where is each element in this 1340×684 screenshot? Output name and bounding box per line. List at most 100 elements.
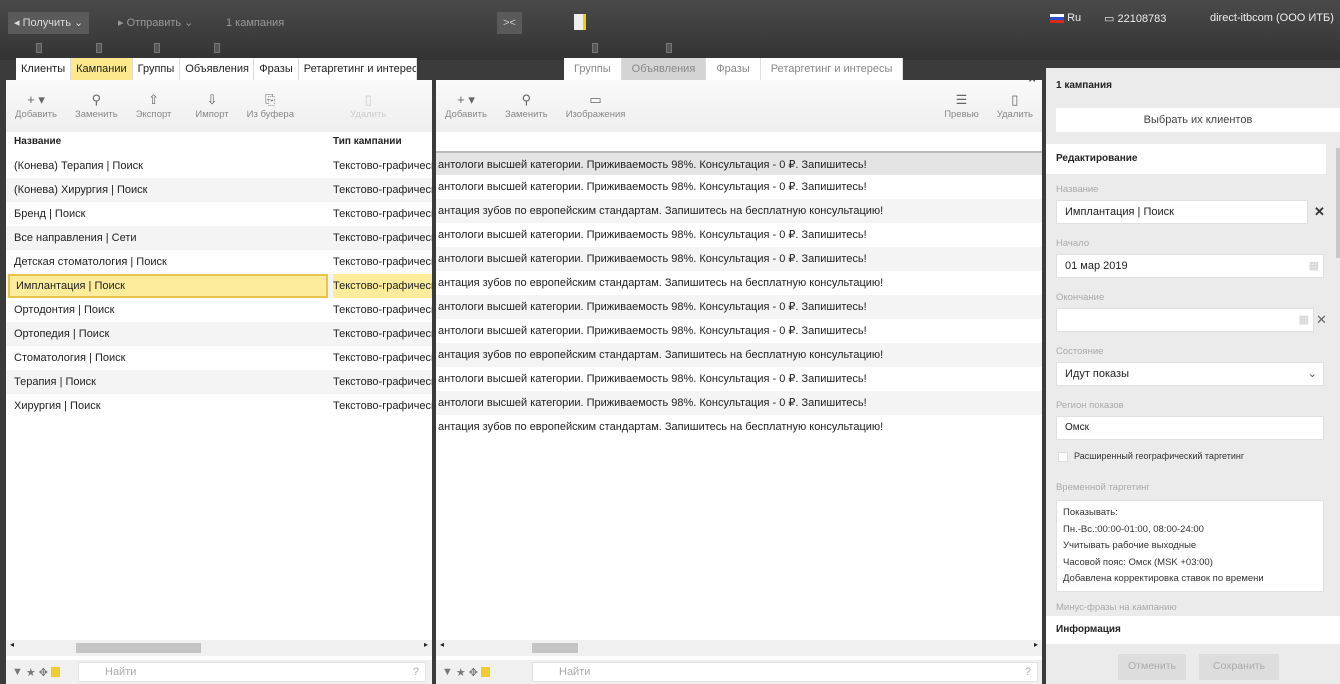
search-input[interactable]: Найти?	[78, 662, 426, 682]
campaign-name: (Конева) Хирургия | Поиск	[14, 184, 148, 196]
tab-1[interactable]: Кампании	[71, 58, 133, 80]
get-button[interactable]: ◂ Получить ⌄	[8, 12, 90, 34]
pin-icon[interactable]: ✥	[39, 666, 48, 679]
region-field[interactable]: Омск	[1056, 416, 1324, 440]
ad-row[interactable]: антологи высшей категории. Приживаемость…	[436, 319, 1042, 343]
notes-icon[interactable]	[574, 14, 586, 30]
cancel-button[interactable]: Отменить	[1118, 654, 1186, 680]
replace-button[interactable]: ⚲ Заменить	[66, 80, 127, 132]
star-icon[interactable]: ★	[26, 666, 36, 679]
table-row[interactable]: (Конева) Терапия | Поиск Текстово-графиче…	[6, 154, 432, 178]
tab-2[interactable]: Группы	[133, 58, 181, 80]
editing-section-header: Редактирование	[1046, 144, 1326, 174]
table-row[interactable]: Терапия | Поиск Текстово-графические	[6, 370, 432, 394]
help-icon[interactable]: ?	[413, 663, 419, 681]
tab-5[interactable]: Ретаргетинг и интересы	[299, 58, 417, 80]
add-button[interactable]: + ▾ Добавить	[6, 80, 66, 132]
tab-3[interactable]: Ретаргетинг и интересы	[761, 58, 904, 80]
scrollbar-thumb[interactable]	[532, 643, 578, 653]
preview-button[interactable]: ☰ Превью	[935, 80, 988, 132]
table-row[interactable]: Детская стоматология | Поиск Текстово-гра…	[6, 250, 432, 274]
scroll-left-icon[interactable]: ◂	[440, 640, 444, 649]
account-id[interactable]: ▭ 22108783	[1104, 12, 1166, 25]
ad-row[interactable]: антологи высшей категории. Приживаемость…	[436, 223, 1042, 247]
replace-ad-button[interactable]: ⚲ Заменить	[496, 80, 557, 132]
end-date-field[interactable]: ▦	[1056, 308, 1314, 332]
images-label: Изображения	[565, 108, 626, 120]
table-row[interactable]: (Конева) Хирургия | Поиск Текстово-графич…	[6, 178, 432, 202]
calendar-icon[interactable]: ▦	[1309, 255, 1319, 277]
column-name[interactable]: Название	[14, 130, 61, 154]
save-button[interactable]: Сохранить	[1199, 654, 1279, 680]
ad-row[interactable]: антологи высшей категории. Приживаемость…	[436, 367, 1042, 391]
clear-end-icon[interactable]: ✕	[1316, 312, 1327, 328]
select-clients-button[interactable]: Выбрать их клиентов	[1056, 108, 1340, 132]
ad-row[interactable]: антологи высшей категории. Приживаемость…	[436, 175, 1042, 199]
ad-row[interactable]: антологи высшей категории. Приживаемость…	[436, 295, 1042, 319]
calendar-icon[interactable]: ▦	[1299, 309, 1309, 331]
delete-button[interactable]: ▯ Удалить	[341, 80, 395, 132]
search-placeholder: Найти	[105, 666, 137, 678]
send-button[interactable]: ▸ Отправить ⌄	[112, 12, 199, 34]
table-row[interactable]: Ортопедия | Поиск Текстово-графические	[6, 322, 432, 346]
ad-row[interactable]: антация зубов по европейским стандартам.…	[436, 199, 1042, 223]
start-date-field[interactable]: 01 мар 2019 ▦	[1056, 254, 1324, 278]
campaign-type: Текстово-графические	[333, 304, 432, 316]
help-icon[interactable]: ?	[1025, 663, 1031, 681]
add-ad-button[interactable]: + ▾ Добавить	[436, 80, 496, 132]
language-selector[interactable]: Ru	[1050, 12, 1081, 24]
ad-row[interactable]: антологи высшей категории. Приживаемость…	[436, 247, 1042, 271]
tab-4[interactable]: Фразы	[254, 58, 299, 80]
scroll-left-icon[interactable]: ◂	[10, 640, 14, 649]
clear-name-icon[interactable]: ✕	[1314, 204, 1325, 220]
filter-icon[interactable]: ▼	[12, 666, 23, 678]
delete-ad-button[interactable]: ▯ Удалить	[988, 80, 1042, 132]
filter-icon[interactable]: ▼	[442, 666, 453, 678]
time-targeting-line: Учитывать рабочие выходные	[1063, 540, 1197, 551]
tab-2[interactable]: Фразы	[706, 58, 761, 80]
star-icon[interactable]: ★	[456, 666, 466, 679]
pin-icon[interactable]: ✥	[469, 666, 478, 679]
tab-0[interactable]: Клиенты	[16, 58, 72, 80]
table-row[interactable]: Ортодонтия | Поиск Текстово-графические	[6, 298, 432, 322]
tag-icon[interactable]	[480, 667, 490, 677]
scroll-right-icon[interactable]: ▸	[424, 640, 428, 649]
middle-tabs: Группы Объявления Фразы Ретаргетинг и интер…	[564, 58, 904, 80]
collapse-icon[interactable]: ><	[497, 12, 522, 34]
scrollbar-thumb[interactable]	[76, 643, 201, 653]
name-field[interactable]: Имплантация | Поиск	[1056, 200, 1308, 224]
horizontal-scrollbar[interactable]: ◂ ▸	[436, 640, 1042, 656]
ad-row[interactable]: антация зубов по европейским стандартам.…	[436, 271, 1042, 295]
time-targeting-line: Добавлена корректировка ставок по времен…	[1063, 573, 1264, 584]
tab-0[interactable]: Группы	[564, 58, 622, 80]
plus-icon: + ▾	[457, 91, 475, 107]
tag-icon[interactable]	[50, 667, 60, 677]
selection-title: 1 кампания	[1056, 80, 1112, 91]
horizontal-scrollbar[interactable]: ◂ ▸	[6, 640, 432, 656]
ad-row[interactable]: антологи высшей категории. Приживаемость…	[436, 151, 1042, 175]
column-type[interactable]: Тип кампании	[333, 130, 402, 154]
table-row[interactable]: Хирургия | Поиск Текстово-графические	[6, 394, 432, 418]
search-input[interactable]: Найти?	[532, 662, 1038, 682]
get-label: Получить	[22, 17, 71, 29]
geo-targeting-checkbox[interactable]	[1058, 452, 1068, 462]
scroll-right-icon[interactable]: ▸	[1034, 640, 1038, 649]
from-buffer-button[interactable]: ⎘ Из буфера	[238, 80, 303, 132]
vertical-scrollbar[interactable]	[1336, 148, 1340, 258]
images-button[interactable]: ▭ Изображения	[557, 80, 635, 132]
ad-row[interactable]: антологи высшей категории. Приживаемость…	[436, 391, 1042, 415]
export-button[interactable]: ⇧ Экспорт	[127, 80, 181, 132]
tab-3[interactable]: Объявления	[180, 58, 255, 80]
table-row[interactable]: Все направления | Сети Текстово-графическ…	[6, 226, 432, 250]
user-name[interactable]: direct-itbcom (ООО ИТБ)	[1210, 12, 1334, 24]
time-targeting-field[interactable]: Показывать: Пн.-Вс.:00:00-01:00, 08:00-24…	[1056, 500, 1324, 592]
table-row[interactable]: Стоматология | Поиск Текстово-графические	[6, 346, 432, 370]
close-icon[interactable]: ×	[1028, 80, 1036, 86]
table-row[interactable]: Бренд | Поиск Текстово-графические	[6, 202, 432, 226]
ad-row[interactable]: антация зубов по европейским стандартам.…	[436, 343, 1042, 367]
import-button[interactable]: ⇩ Импорт	[186, 80, 237, 132]
ad-row[interactable]: антация зубов по европейским стандартам.…	[436, 415, 1042, 439]
state-select[interactable]: Идут показы ⌄	[1056, 362, 1324, 386]
tab-1[interactable]: Объявления	[621, 58, 707, 80]
table-row[interactable]: Имплантация | ПоискТекстово-графические	[6, 274, 432, 298]
